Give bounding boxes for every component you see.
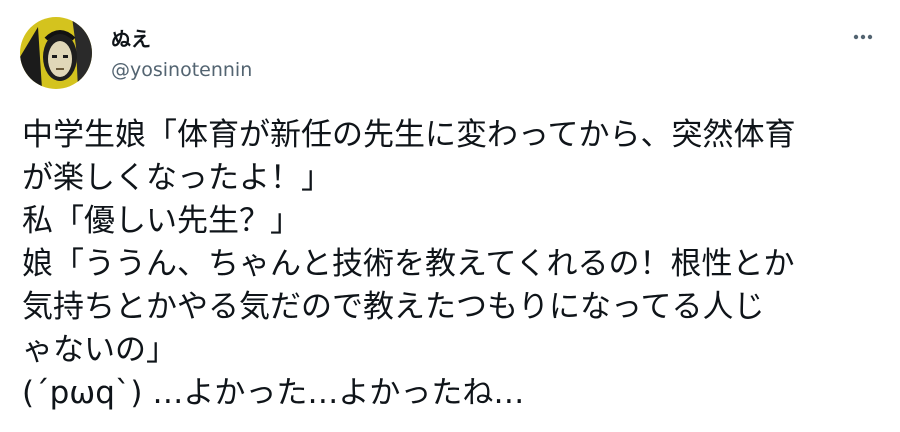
user-handle[interactable]: @yosinotennin bbox=[111, 58, 252, 82]
more-options-button[interactable] bbox=[842, 22, 882, 52]
avatar[interactable] bbox=[20, 17, 92, 89]
tweet-text-line: 中学生娘「体育が新任の先生に変わってから、突然体育 bbox=[22, 117, 796, 153]
more-horizontal-icon bbox=[853, 34, 873, 40]
tweet-text-line: ゃないの」 bbox=[22, 332, 177, 368]
tweet-text-line: 娘「ううん、ちゃんと技術を教えてくれるの！根性とか bbox=[22, 246, 795, 282]
tweet-text-line: (´pωq`) …よかった…よかったね… bbox=[22, 375, 525, 411]
tweet-text: 中学生娘「体育が新任の先生に変わってから、突然体育 が楽しくなったよ！」 私「優… bbox=[22, 114, 892, 415]
tweet-text-line: が楽しくなったよ！」 bbox=[22, 160, 332, 196]
tweet-text-line: 気持ちとかやる気だので教えたつもりになってる人じ bbox=[22, 289, 765, 325]
display-name[interactable]: ぬえ bbox=[111, 27, 151, 51]
avatar-image bbox=[20, 17, 92, 89]
tweet-card: ぬえ @yosinotennin 中学生娘「体育が新任の先生に変わってから、突然… bbox=[0, 0, 900, 432]
tweet-text-line: 私「優しい先生？」 bbox=[22, 203, 301, 239]
